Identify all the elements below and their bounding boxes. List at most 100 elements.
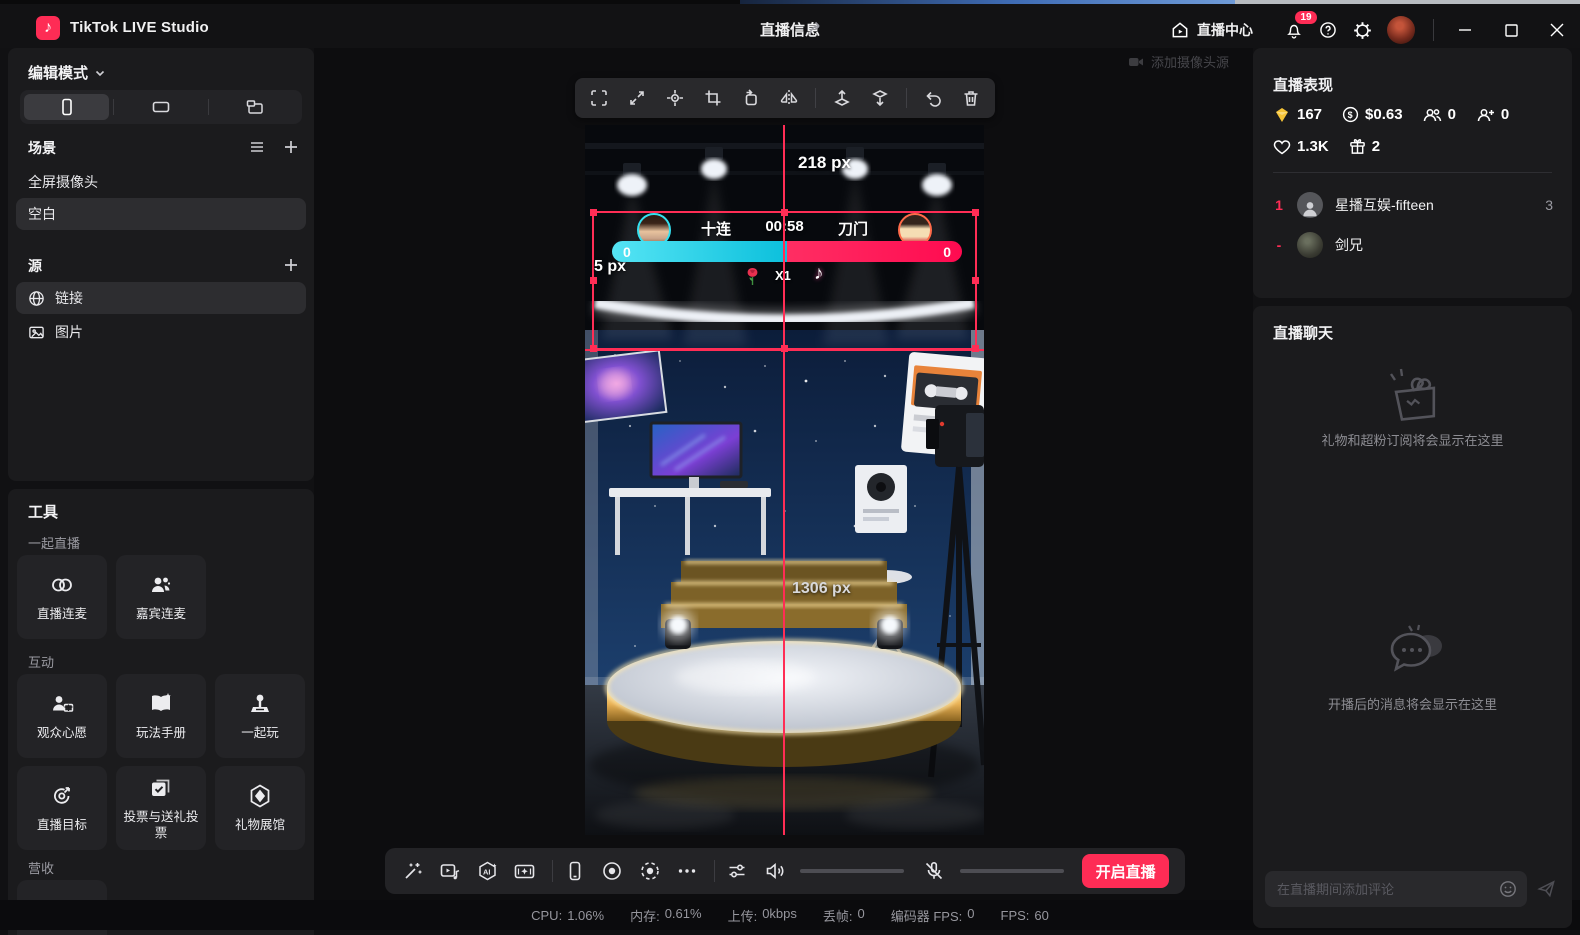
ranking-name: 剑兄 xyxy=(1335,237,1363,253)
scenes-title: 场景 xyxy=(28,140,56,156)
tool-card-audience-wish[interactable]: 观众心愿 xyxy=(17,674,107,758)
tool-card-polls[interactable]: 投票与送礼投票 xyxy=(116,766,206,850)
start-live-button[interactable]: 开启直播 xyxy=(1082,854,1169,888)
mic-muted-icon[interactable] xyxy=(922,858,946,884)
settings-button[interactable] xyxy=(1345,13,1379,47)
tool-card-live-colink[interactable]: 直播连麦 xyxy=(17,555,107,639)
effects-wand-icon[interactable] xyxy=(401,858,425,884)
status-upload: 上传: 0kbps xyxy=(727,905,797,924)
selection-handle[interactable] xyxy=(590,345,597,352)
maximize-button[interactable] xyxy=(1488,8,1534,52)
selection-box[interactable] xyxy=(590,209,979,352)
center-icon[interactable] xyxy=(663,86,687,110)
viewers-stat: 0 xyxy=(1423,106,1456,123)
send-comment-icon[interactable] xyxy=(1537,879,1556,898)
speaker-icon[interactable] xyxy=(762,858,786,884)
svg-text:AI: AI xyxy=(483,867,491,876)
earnings-stat: $ $0.63 xyxy=(1342,106,1403,123)
phone-icon[interactable] xyxy=(563,858,587,884)
layout-landscape-button[interactable] xyxy=(118,94,203,120)
chat-empty-icon xyxy=(1381,624,1447,682)
selection-handle[interactable] xyxy=(781,345,788,352)
audio-mixer-icon[interactable] xyxy=(725,858,749,884)
selection-handle[interactable] xyxy=(590,209,597,216)
selection-handle[interactable] xyxy=(972,277,979,284)
panel-divider xyxy=(1273,172,1552,173)
performance-stats-row2: 1.3K 2 xyxy=(1273,138,1400,155)
undo-icon[interactable] xyxy=(921,86,945,110)
viewers-icon xyxy=(1423,107,1442,123)
scene-item-blank[interactable]: 空白 xyxy=(16,198,306,230)
likes-stat: 1.3K xyxy=(1273,138,1329,155)
globe-icon xyxy=(28,290,45,307)
selection-handle[interactable] xyxy=(972,209,979,216)
layout-portrait-button[interactable] xyxy=(24,94,110,120)
source-item-image[interactable]: 图片 xyxy=(16,316,306,348)
edit-mode-dropdown[interactable]: 编辑模式 xyxy=(28,62,106,83)
selection-handle[interactable] xyxy=(590,277,597,284)
joystick-icon xyxy=(247,691,273,717)
ranking-row-2[interactable]: - 剑兄 xyxy=(1273,228,1553,262)
ranking-row-1[interactable]: 1 星播互娱-fifteen 3 xyxy=(1273,188,1553,222)
tool-card-play-together[interactable]: 一起玩 xyxy=(215,674,305,758)
bring-forward-icon[interactable] xyxy=(830,86,854,110)
status-fps: FPS: 60 xyxy=(1000,907,1049,923)
source-item-link[interactable]: 链接 xyxy=(16,282,306,314)
send-backward-icon[interactable] xyxy=(868,86,892,110)
restart-record-icon[interactable] xyxy=(638,858,662,884)
user-avatar[interactable] xyxy=(1387,16,1415,44)
ranking-name: 星播互娱-fifteen xyxy=(1335,197,1434,213)
fit-expand-icon[interactable] xyxy=(625,86,649,110)
messages-empty-text: 开播后的消息将会显示在这里 xyxy=(1327,697,1497,712)
close-button[interactable] xyxy=(1534,8,1580,52)
new-followers-icon xyxy=(1476,107,1495,123)
crop-icon[interactable] xyxy=(701,86,725,110)
new-followers-stat: 0 xyxy=(1476,106,1509,123)
help-button[interactable] xyxy=(1311,13,1345,47)
selection-handle[interactable] xyxy=(972,345,979,352)
emoji-icon[interactable] xyxy=(1499,880,1517,898)
preview-canvas[interactable]: 十连 00:58 刀门 0 0 X1 ♪ 218 xyxy=(585,125,984,835)
tool-card-live-goal[interactable]: 直播目标 xyxy=(17,766,107,850)
media-music-icon[interactable] xyxy=(438,858,462,884)
gear-icon xyxy=(1352,20,1373,41)
scene-list-icon[interactable] xyxy=(242,132,272,162)
add-camera-source[interactable]: 添加摄像头源 xyxy=(1128,52,1229,71)
tool-card-playbook[interactable]: 玩法手册 xyxy=(116,674,206,758)
volume-slider[interactable] xyxy=(799,869,905,873)
ranking-avatar xyxy=(1297,192,1323,218)
rotate-icon[interactable] xyxy=(739,86,763,110)
toolbar-divider xyxy=(815,88,816,108)
tool-card-gift-gallery[interactable]: 礼物展馆 xyxy=(215,766,305,850)
delete-icon[interactable] xyxy=(959,86,983,110)
share-icon[interactable] xyxy=(806,18,828,40)
guests-icon xyxy=(148,572,174,598)
gift-gallery-icon xyxy=(247,783,273,809)
titlebar-divider xyxy=(1433,19,1434,41)
add-source-icon[interactable] xyxy=(276,250,306,280)
live-center-button[interactable]: 直播中心 xyxy=(1170,20,1253,40)
sources-title: 源 xyxy=(28,258,42,274)
select-icon[interactable] xyxy=(587,86,611,110)
comment-input[interactable] xyxy=(1265,871,1527,907)
landscape-layout-icon xyxy=(151,97,171,117)
flip-horizontal-icon[interactable] xyxy=(777,86,801,110)
tools-panel: 工具 一起直播 直播连麦 嘉宾连麦 互动 观众心愿 玩法手册 一起玩 直播目标 xyxy=(8,489,314,935)
tool-card-guest-colink[interactable]: 嘉宾连麦 xyxy=(116,555,206,639)
chevron-down-icon xyxy=(94,67,106,79)
video-enhance-icon[interactable] xyxy=(513,858,537,884)
toolbar-divider xyxy=(906,88,907,108)
handbook-icon xyxy=(148,691,174,717)
selection-handle[interactable] xyxy=(781,209,788,216)
mic-volume-slider[interactable] xyxy=(959,869,1065,873)
record-icon[interactable] xyxy=(600,858,624,884)
minimize-button[interactable] xyxy=(1442,8,1488,52)
ai-effects-icon[interactable]: AI xyxy=(476,858,500,884)
notifications-button[interactable]: 19 xyxy=(1277,9,1319,47)
more-icon[interactable] xyxy=(675,858,699,884)
layout-custom-button[interactable] xyxy=(213,94,298,120)
add-scene-icon[interactable] xyxy=(276,132,306,162)
scene-item-fullscreen-camera[interactable]: 全屏摄像头 xyxy=(16,166,306,198)
app-window: ♪ TikTok LIVE Studio 直播信息 直播中心 19 编辑模式 场… xyxy=(0,0,1580,935)
link-icon xyxy=(49,572,75,598)
